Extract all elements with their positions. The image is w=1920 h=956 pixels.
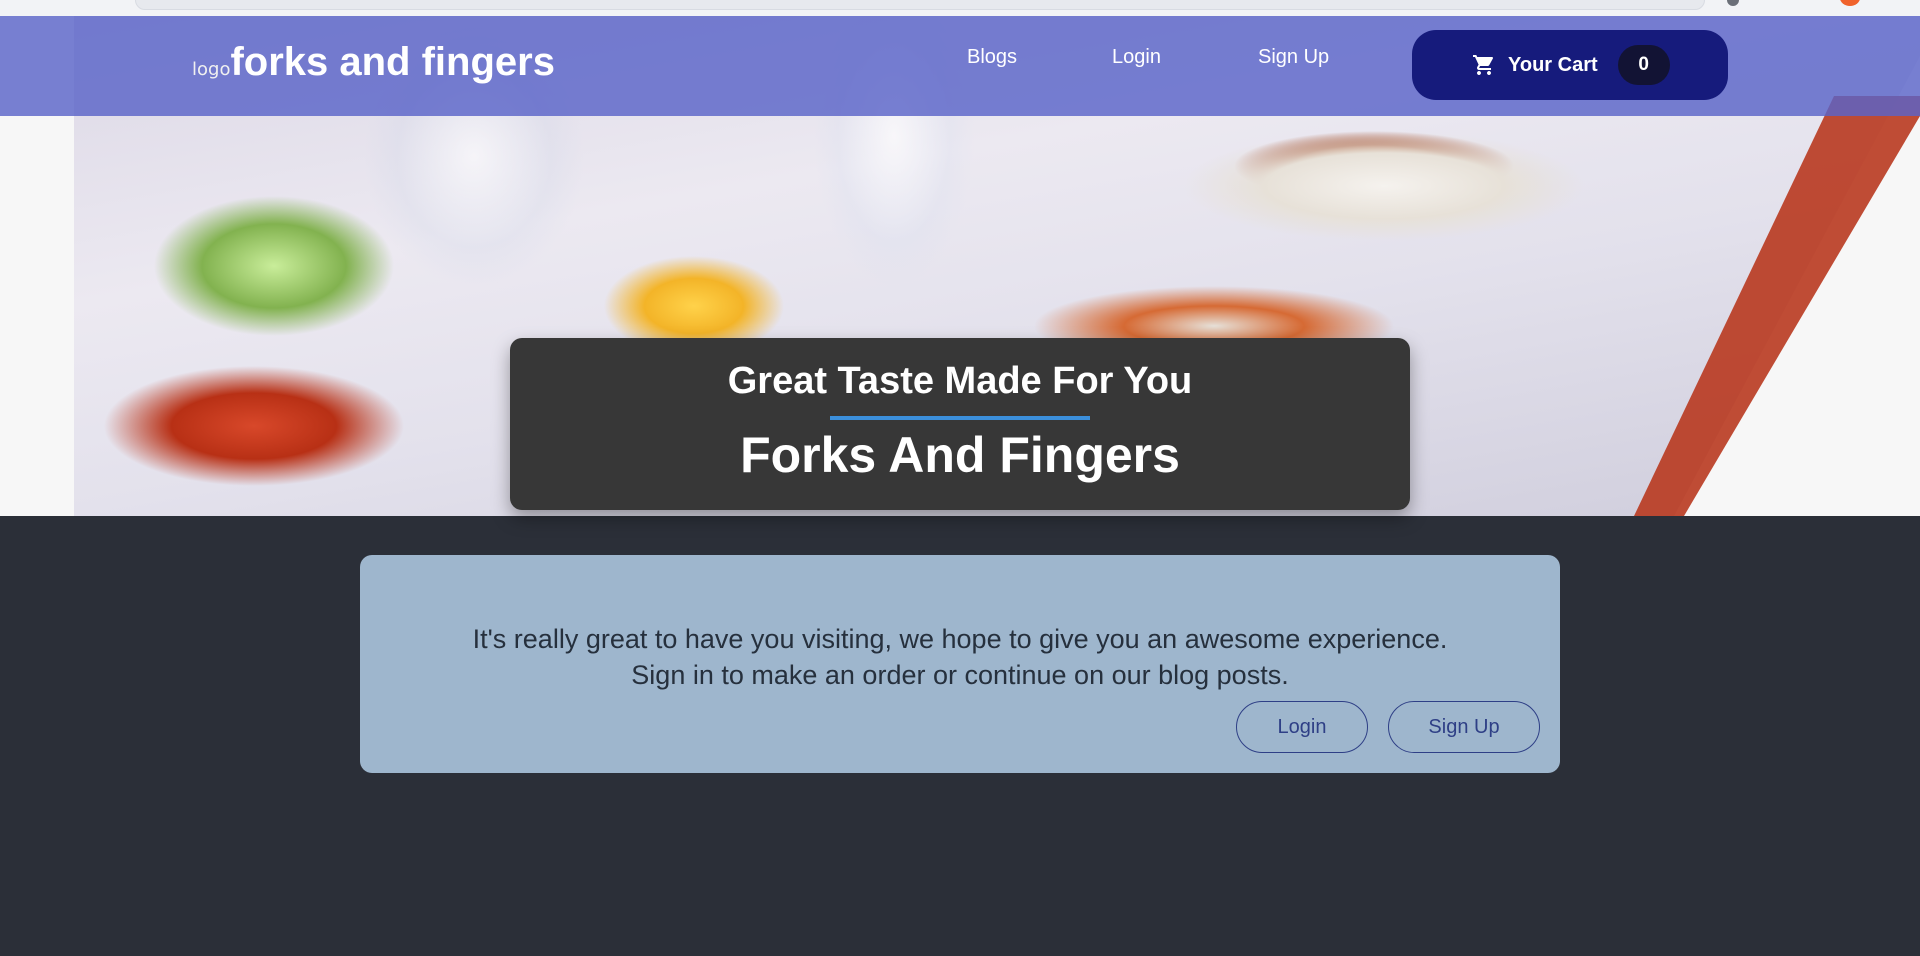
nav-link-blogs[interactable]: Blogs <box>967 46 1017 69</box>
signup-button[interactable]: Sign Up <box>1388 701 1540 753</box>
brand[interactable]: logo forks and fingers <box>192 40 555 85</box>
brand-name: forks and fingers <box>230 40 555 84</box>
cart-label: Your Cart <box>1508 53 1598 76</box>
welcome-line-1: It's really great to have you visiting, … <box>472 624 1448 654</box>
hero-title: Forks And Fingers <box>740 427 1180 483</box>
login-button[interactable]: Login <box>1236 701 1368 753</box>
browser-chrome-strip <box>0 0 1920 16</box>
hero-tagline-underline <box>830 416 1090 420</box>
welcome-line-2: Sign in to make an order or continue on … <box>631 660 1289 690</box>
welcome-message: It's really great to have you visiting, … <box>360 621 1560 693</box>
cart-count-badge: 0 <box>1617 45 1670 85</box>
browser-profile-icon[interactable] <box>1840 0 1860 6</box>
hero-caption-box: Great Taste Made For You Forks And Finge… <box>510 338 1410 510</box>
top-navbar: logo forks and fingers Blogs Login Sign … <box>0 16 1920 116</box>
cart-icon <box>1473 55 1494 75</box>
nav-link-login[interactable]: Login <box>1112 46 1161 69</box>
logo-image-broken: logo <box>192 59 231 80</box>
browser-address-bar[interactable] <box>135 0 1705 10</box>
nav-link-signup[interactable]: Sign Up <box>1258 46 1329 69</box>
browser-extension-icon[interactable] <box>1727 0 1739 6</box>
welcome-card: It's really great to have you visiting, … <box>360 555 1560 773</box>
cart-button[interactable]: Your Cart 0 <box>1412 30 1728 100</box>
hero-tagline: Great Taste Made For You <box>727 360 1193 402</box>
